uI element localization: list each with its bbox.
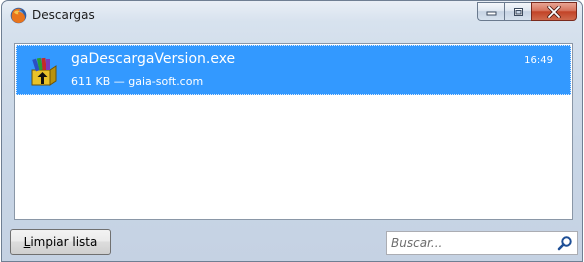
installer-package-icon [31,57,57,86]
maximize-button[interactable] [504,2,531,21]
download-time: 16:49 [524,55,553,66]
downloads-window: Descargas gaDescargaVersion.exe 611 KB —… [1,0,583,262]
minimize-button[interactable] [477,2,504,21]
caption-buttons [477,2,577,22]
downloads-list[interactable]: gaDescargaVersion.exe 611 KB — gaia-soft… [14,43,573,220]
download-file-info: 611 KB — gaia-soft.com [71,75,204,88]
download-file-name: gaDescargaVersion.exe [71,51,236,67]
window-title: Descargas [32,8,95,22]
clear-list-accel-key: L [23,235,31,249]
search-box[interactable] [386,231,578,255]
close-icon [547,5,561,18]
download-item[interactable]: gaDescargaVersion.exe 611 KB — gaia-soft… [16,45,571,95]
title-bar[interactable]: Descargas [2,1,582,31]
firefox-icon [10,7,27,24]
search-icon[interactable] [557,235,573,251]
minimize-icon [486,11,496,16]
clear-list-button[interactable]: Limpiar lista [10,229,111,255]
close-button[interactable] [531,2,577,21]
clear-list-label: impiar lista [30,235,98,249]
maximize-icon [513,7,523,16]
search-input[interactable] [391,234,551,252]
bottom-bar: Limpiar lista [2,223,582,261]
